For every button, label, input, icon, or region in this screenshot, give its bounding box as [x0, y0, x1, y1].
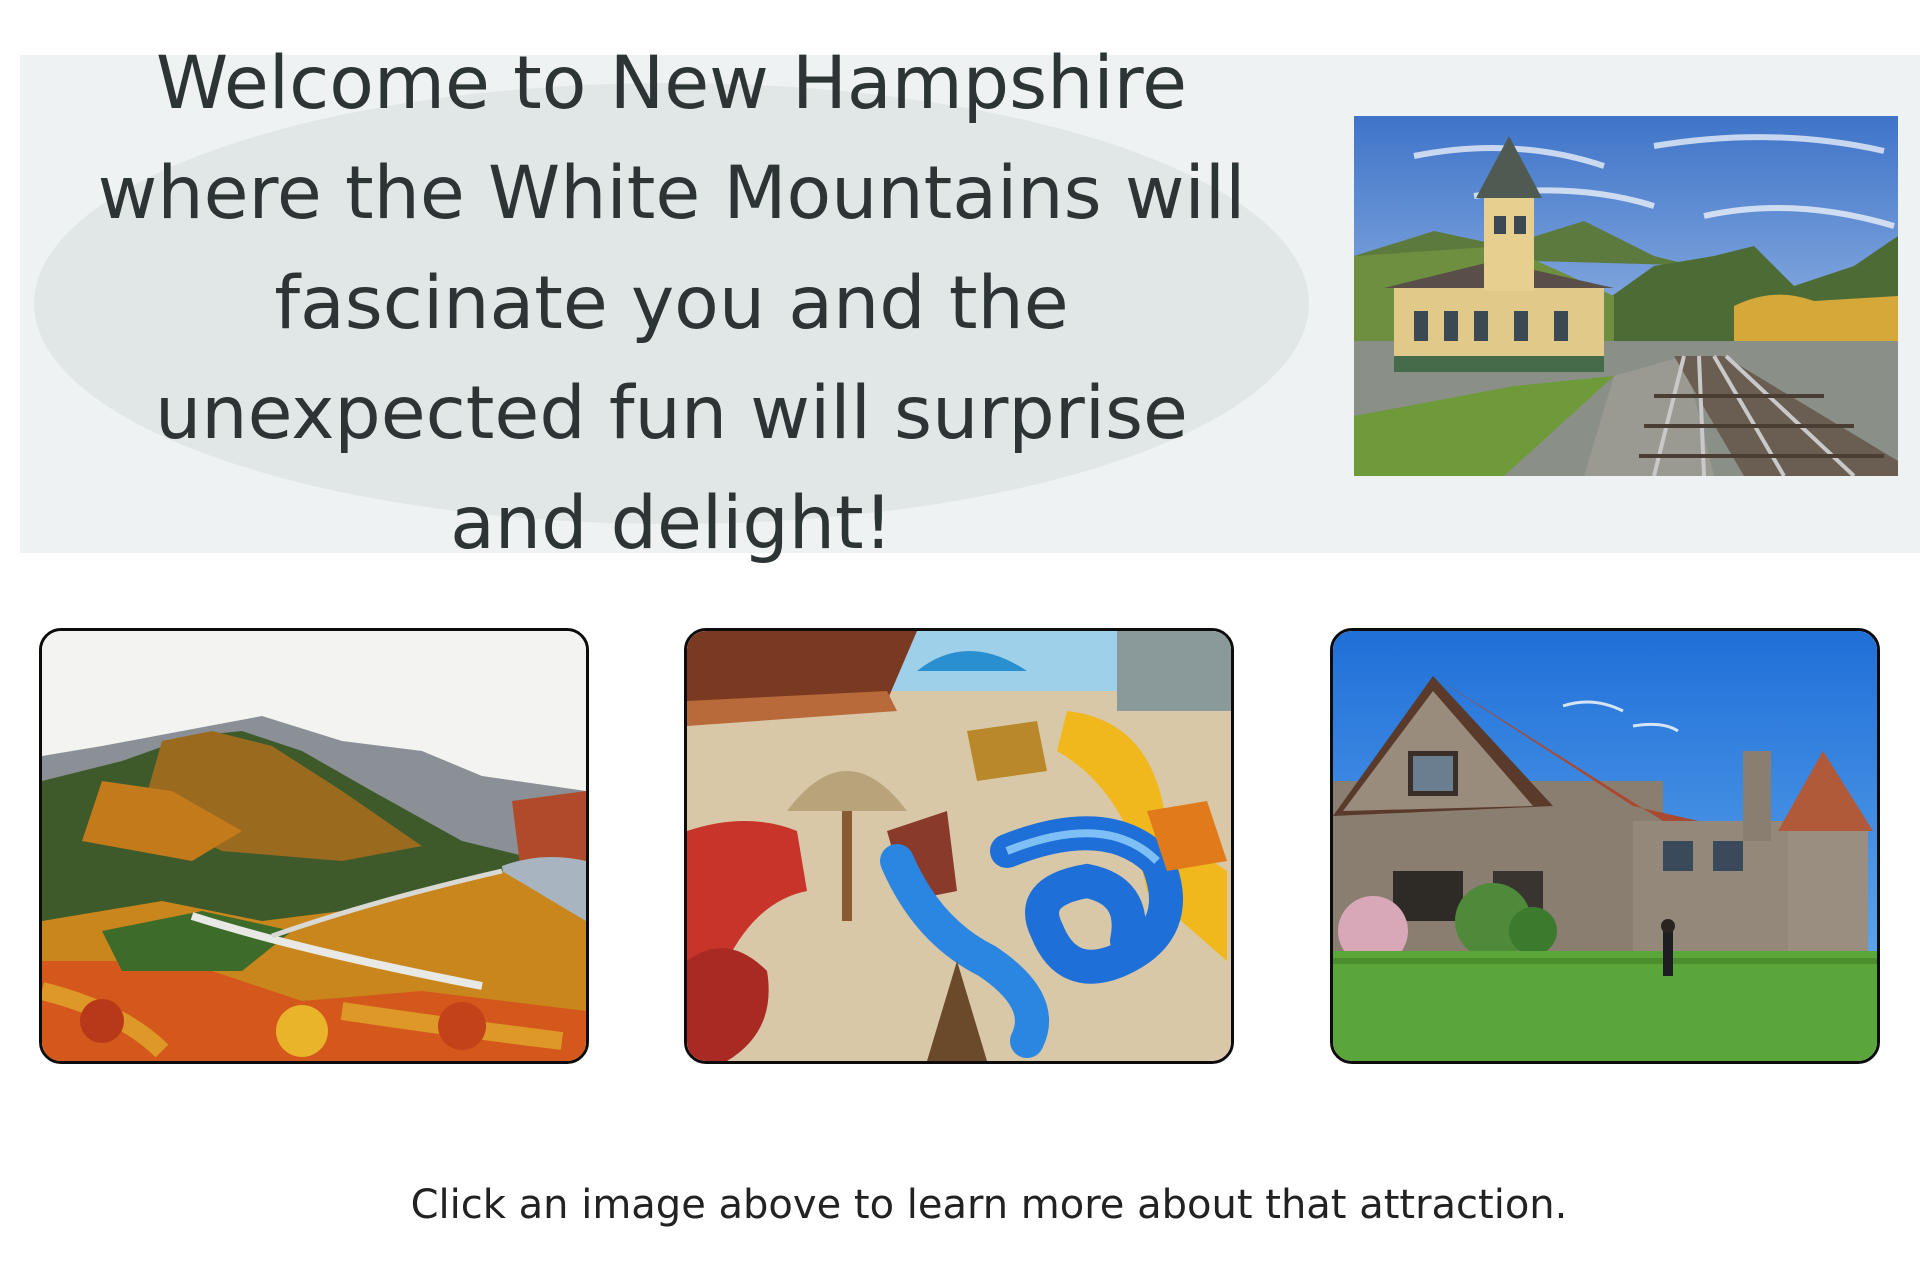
hero-headline: Welcome to New Hampshire where the White…	[97, 40, 1246, 566]
autumn-mountain-image[interactable]	[42, 631, 586, 1061]
hero-banner: Welcome to New Hampshire where the White…	[20, 41, 1920, 566]
water-park-image[interactable]	[687, 631, 1231, 1061]
gallery-instruction: Click an image above to learn more about…	[410, 1182, 1568, 1228]
attraction-card-autumn-notch[interactable]	[39, 628, 589, 1064]
page: Welcome to New Hampshire where the White…	[0, 0, 1920, 1280]
hero-text-bubble: Welcome to New Hampshire where the White…	[34, 41, 1309, 566]
hero-photo-train-station	[1354, 116, 1898, 476]
attraction-gallery	[0, 628, 1920, 1064]
attraction-card-water-park[interactable]	[684, 628, 1234, 1064]
attraction-card-stone-castle[interactable]	[1330, 628, 1880, 1064]
train-station-image	[1354, 116, 1898, 476]
stone-castle-image[interactable]	[1333, 631, 1877, 1061]
